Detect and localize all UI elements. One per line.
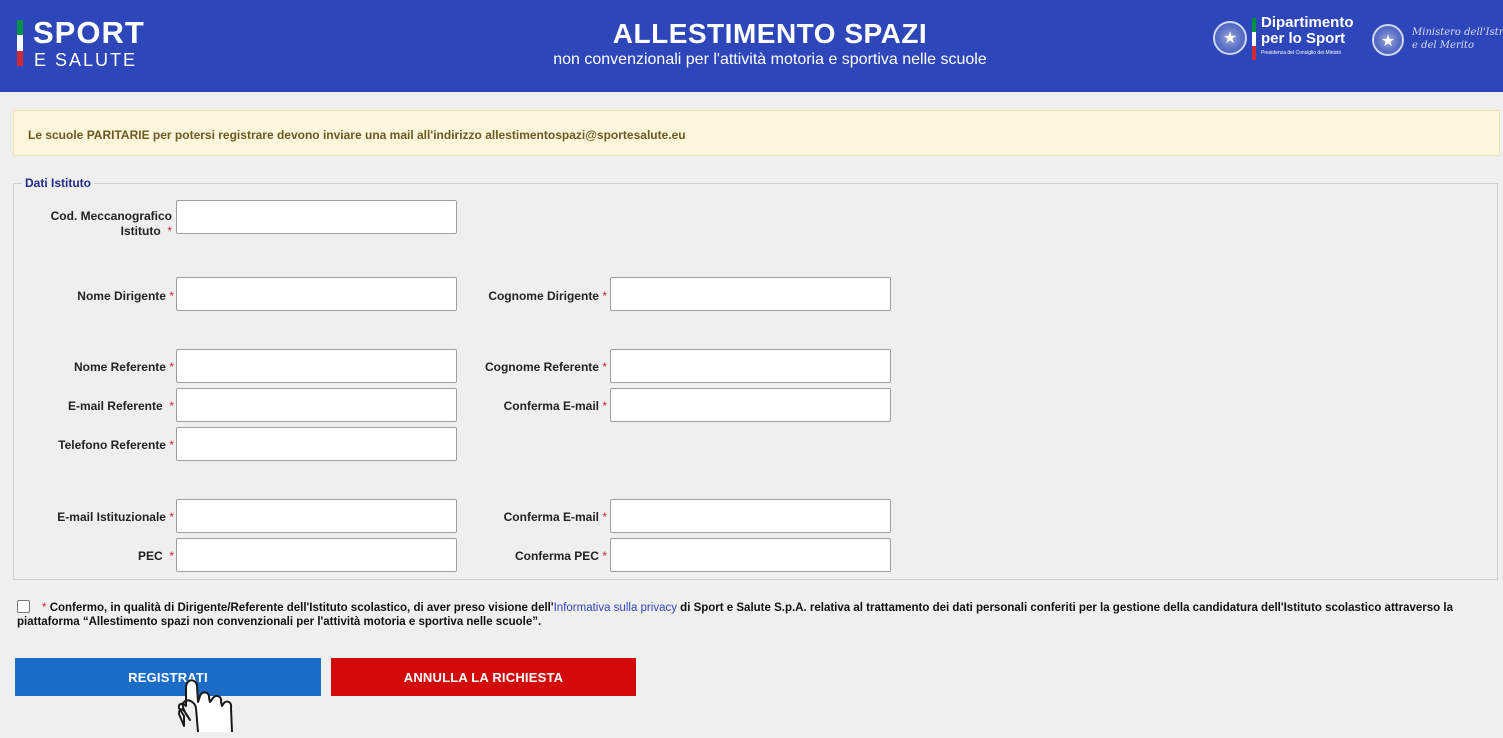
- email-referente-label: E-mail Referente *: [67, 399, 174, 413]
- italian-flag-icon: [17, 20, 23, 66]
- notice-text: Le scuole PARITARIE per potersi registra…: [28, 128, 686, 142]
- page-title: ALLESTIMENTO SPAZI: [612, 18, 928, 49]
- pec-label: PEC *: [137, 549, 174, 563]
- hand-pointer-icon: [177, 679, 233, 733]
- cognome-dirigente-label: Cognome Dirigente *: [488, 289, 607, 303]
- nome-dirigente-label: Nome Dirigente *: [77, 289, 174, 303]
- nome-dirigente-input[interactable]: [176, 277, 457, 311]
- telefono-referente-label: Telefono Referente *: [58, 438, 174, 452]
- dipartimento-line2: per lo Sport: [1261, 30, 1346, 47]
- nome-referente-input[interactable]: [176, 349, 457, 383]
- cognome-referente-input[interactable]: [610, 349, 891, 383]
- cod-meccanografico-input[interactable]: [176, 200, 457, 234]
- dipartimento-line1: Dipartimento: [1261, 14, 1354, 31]
- ministry-line1: Ministero dell'Istruzione: [1412, 27, 1503, 38]
- fieldset-legend: Dati Istituto: [22, 176, 94, 190]
- ministry-emblem-icon: [1372, 24, 1404, 56]
- required-mark: *: [167, 224, 172, 238]
- conferma-email-referente-label: Conferma E-mail *: [503, 399, 607, 413]
- cognome-referente-label: Cognome Referente *: [484, 360, 607, 374]
- conferma-pec-label: Conferma PEC *: [514, 549, 607, 563]
- site-header: SPORT E SALUTE ALLESTIMENTO SPAZI non co…: [0, 0, 1503, 92]
- cognome-dirigente-input[interactable]: [610, 277, 891, 311]
- conferma-email-istituzionale-label: Conferma E-mail *: [503, 510, 607, 524]
- conferma-pec-input[interactable]: [610, 538, 891, 572]
- email-istituzionale-label: E-mail Istituzionale *: [57, 510, 174, 524]
- email-istituzionale-input[interactable]: [176, 499, 457, 533]
- register-button[interactable]: REGISTRATI: [15, 658, 321, 696]
- cod-meccanografico-label-line1: Cod. Meccanografico: [50, 209, 172, 223]
- email-referente-input[interactable]: [176, 388, 457, 422]
- conferma-email-referente-input[interactable]: [610, 388, 891, 422]
- required-mark: *: [42, 602, 47, 614]
- page-subtitle: non convenzionali per l'attività motoria…: [553, 51, 987, 68]
- cancel-request-button[interactable]: ANNULLA LA RICHIESTA: [331, 658, 636, 696]
- dept-flag-icon: [1252, 18, 1256, 60]
- logo-text-sport: SPORT: [33, 15, 145, 50]
- privacy-consent: * Confermo, in qualità di Dirigente/Refe…: [17, 600, 1501, 629]
- italian-republic-emblem-icon: [1213, 21, 1247, 55]
- logo-text-salute: E SALUTE: [34, 50, 138, 70]
- ministry-line2: e del Merito: [1412, 40, 1474, 51]
- pec-input[interactable]: [176, 538, 457, 572]
- privacy-consent-checkbox[interactable]: [17, 600, 30, 613]
- cod-meccanografico-label-line2: Istituto *: [120, 224, 172, 238]
- privacy-policy-link[interactable]: Informativa sulla privacy: [554, 602, 677, 614]
- conferma-email-istituzionale-input[interactable]: [610, 499, 891, 533]
- dipartimento-line3: Presidenza del Consiglio dei Ministri: [1261, 50, 1342, 56]
- telefono-referente-input[interactable]: [176, 427, 457, 461]
- consent-text-before: Confermo, in qualità di Dirigente/Refere…: [49, 602, 554, 614]
- paritarie-notice: Le scuole PARITARIE per potersi registra…: [13, 110, 1500, 156]
- nome-referente-label: Nome Referente *: [73, 360, 174, 374]
